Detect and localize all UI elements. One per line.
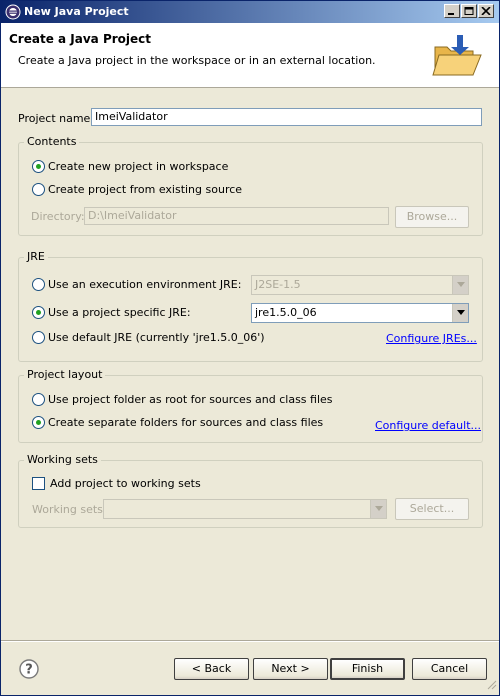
- execution-env-value: J2SE-1.5: [255, 278, 301, 291]
- chevron-down-icon: [457, 310, 465, 315]
- project-specific-jre-radio[interactable]: [32, 306, 45, 319]
- window-title: New Java Project: [24, 5, 129, 18]
- project-specific-jre-select[interactable]: jre1.5.0_06: [251, 303, 469, 323]
- existing-source-radio[interactable]: [32, 183, 45, 196]
- execution-env-jre-label[interactable]: Use an execution environment JRE:: [48, 278, 241, 291]
- default-jre-radio[interactable]: [32, 331, 45, 344]
- eclipse-icon: [5, 4, 21, 20]
- java-folder-icon: [429, 33, 485, 84]
- create-new-project-label[interactable]: Create new project in workspace: [48, 160, 228, 173]
- existing-source-label[interactable]: Create project from existing source: [48, 183, 242, 196]
- chevron-down-icon: [375, 506, 383, 511]
- maximize-icon: [464, 7, 474, 15]
- wizard-header: Create a Java Project Create a Java proj…: [1, 23, 499, 88]
- svg-text:?: ?: [25, 663, 33, 678]
- project-name-label: Project name:: [18, 112, 95, 125]
- chevron-down-icon: [457, 282, 465, 287]
- close-button[interactable]: [478, 4, 494, 18]
- configure-jres-link[interactable]: Configure JREs...: [386, 332, 477, 345]
- working-sets-group-title: Working sets: [24, 453, 101, 466]
- project-specific-jre-value: jre1.5.0_06: [255, 306, 317, 319]
- project-root-radio[interactable]: [32, 393, 45, 406]
- contents-group-title: Contents: [24, 135, 80, 148]
- project-specific-jre-dropdown[interactable]: [452, 304, 468, 322]
- project-layout-group-title: Project layout: [24, 368, 106, 381]
- help-button[interactable]: ?: [19, 659, 39, 679]
- page-description: Create a Java project in the workspace o…: [18, 54, 376, 67]
- resize-grip-icon[interactable]: [487, 680, 497, 693]
- project-root-label[interactable]: Use project folder as root for sources a…: [48, 393, 333, 406]
- footer-separator: [1, 640, 499, 642]
- create-new-project-radio[interactable]: [32, 160, 45, 173]
- title-bar[interactable]: New Java Project: [1, 1, 499, 23]
- working-sets-select[interactable]: [103, 499, 387, 519]
- separate-folders-radio[interactable]: [32, 416, 45, 429]
- directory-label: Directory:: [31, 210, 85, 223]
- add-to-working-sets-checkbox[interactable]: [32, 477, 45, 490]
- separate-folders-label[interactable]: Create separate folders for sources and …: [48, 416, 323, 429]
- working-sets-dropdown[interactable]: [370, 500, 386, 518]
- cancel-button[interactable]: Cancel: [412, 658, 487, 680]
- working-sets-label: Working sets:: [32, 503, 107, 516]
- help-icon: ?: [19, 659, 39, 679]
- execution-env-jre-radio[interactable]: [32, 278, 45, 291]
- minimize-button[interactable]: [444, 4, 460, 18]
- back-button[interactable]: < Back: [174, 658, 249, 680]
- execution-env-dropdown[interactable]: [452, 276, 468, 294]
- finish-button[interactable]: Finish: [330, 658, 405, 680]
- close-icon: [481, 7, 491, 15]
- project-layout-group: Project layout: [18, 368, 483, 443]
- configure-default-link[interactable]: Configure default...: [375, 419, 481, 432]
- project-name-input[interactable]: ImeiValidator: [91, 108, 482, 126]
- project-specific-jre-label[interactable]: Use a project specific JRE:: [48, 306, 191, 319]
- minimize-icon: [448, 13, 454, 15]
- browse-button[interactable]: Browse...: [395, 206, 469, 228]
- directory-input[interactable]: D:\ImeiValidator: [84, 207, 389, 225]
- next-button[interactable]: Next >: [253, 658, 328, 680]
- execution-env-select[interactable]: J2SE-1.5: [251, 275, 469, 295]
- page-title: Create a Java Project: [9, 32, 152, 46]
- select-working-sets-button[interactable]: Select...: [395, 498, 469, 520]
- add-to-working-sets-label[interactable]: Add project to working sets: [50, 477, 201, 490]
- default-jre-label[interactable]: Use default JRE (currently 'jre1.5.0_06'…: [48, 331, 265, 344]
- jre-group-title: JRE: [24, 250, 48, 263]
- dialog-window: New Java Project Create a Java Project C…: [0, 0, 500, 696]
- maximize-button[interactable]: [461, 4, 477, 18]
